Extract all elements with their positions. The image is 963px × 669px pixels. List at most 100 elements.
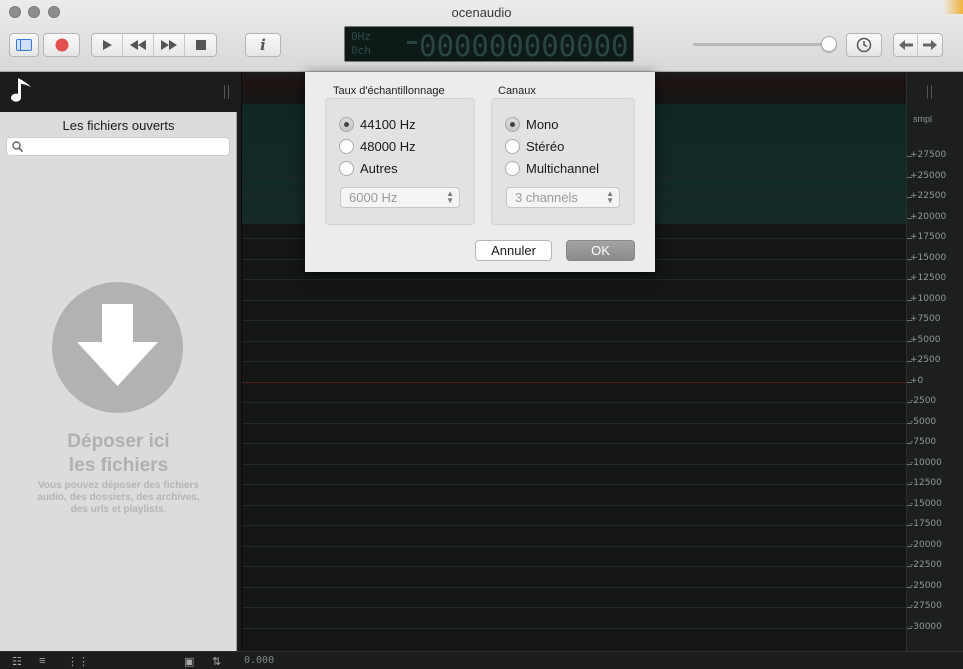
ruler-label: +15000 — [910, 252, 947, 263]
ruler-resize-handle[interactable] — [927, 85, 932, 99]
radio-48000[interactable] — [339, 139, 354, 154]
toggle-sidebar-button[interactable] — [9, 33, 39, 57]
window-title: ocenaudio — [451, 5, 512, 20]
ruler-label: -7500 — [910, 437, 937, 447]
grid-line — [242, 463, 907, 465]
radio-mono[interactable] — [505, 117, 520, 132]
ruler-label: -12500 — [910, 478, 942, 488]
drop-title-line1: Déposer ici — [67, 431, 170, 452]
custom-sample-rate-select[interactable]: 6000 Hz ▲ ▼ — [340, 187, 460, 208]
channels-option-multichannel[interactable]: Multichannel — [505, 161, 599, 176]
ruler-label: -15000 — [910, 498, 942, 509]
label-stereo: Stéréo — [526, 139, 565, 154]
channels-option-mono[interactable]: Mono — [505, 117, 559, 132]
radio-44100[interactable] — [339, 117, 354, 132]
grid-line — [242, 525, 907, 526]
sample-rate-option-other[interactable]: Autres — [339, 161, 398, 176]
sidebar-header — [0, 72, 237, 112]
arrow-right-icon — [923, 40, 937, 50]
grid-line — [242, 361, 907, 362]
ruler-label: +25000 — [910, 170, 947, 181]
ruler-label: +20000 — [910, 211, 947, 222]
grid-line — [242, 607, 907, 608]
lcd-channels: 0ch — [351, 44, 371, 57]
radio-stereo[interactable] — [505, 139, 520, 154]
forward-button[interactable] — [918, 34, 942, 56]
select-arrows-icon: ▲ ▼ — [606, 189, 614, 205]
grid-line — [242, 443, 907, 444]
lcd-digits: 000000000000 — [419, 29, 629, 63]
grid-line — [242, 422, 907, 424]
channels-option-stereo[interactable]: Stéréo — [505, 139, 564, 154]
back-button[interactable] — [894, 34, 918, 56]
desktop-edge — [943, 0, 963, 14]
list-view-icon[interactable]: ☷ — [12, 655, 22, 668]
sample-rate-option-48000[interactable]: 48000 Hz — [339, 139, 416, 154]
ruler-label: +10000 — [910, 293, 947, 304]
ruler-label: +0 — [910, 375, 924, 386]
record-button[interactable] — [43, 33, 80, 57]
grid-line — [242, 484, 907, 485]
ruler-label: +17500 — [910, 232, 947, 242]
compact-list-icon[interactable]: ≡ — [39, 655, 45, 667]
ruler-label: -5000 — [910, 416, 937, 427]
grid-line — [242, 566, 907, 567]
volume-slider-track[interactable] — [693, 43, 829, 46]
grid-line — [242, 586, 907, 588]
image-view-icon[interactable]: ▣ — [184, 655, 194, 668]
info-button[interactable]: i — [245, 33, 281, 57]
grid-line — [242, 627, 907, 629]
stop-button[interactable] — [185, 34, 216, 56]
lcd-sample-rate: 0Hz — [351, 30, 371, 43]
open-files-title: Les fichiers ouverts — [62, 118, 175, 133]
radio-multichannel[interactable] — [505, 161, 520, 176]
amplitude-ruler: smpl +27500 +25000 +22500 +20000 +17500 +1500… — [906, 72, 963, 651]
grid-view-icon[interactable]: ⋮⋮ — [67, 655, 89, 668]
ok-button[interactable]: OK — [566, 240, 635, 261]
label-multichannel: Multichannel — [526, 161, 599, 176]
radio-other[interactable] — [339, 161, 354, 176]
history-button[interactable] — [846, 33, 882, 57]
custom-channels-select[interactable]: 3 channels ▲ ▼ — [506, 187, 620, 208]
grid-line — [242, 279, 907, 280]
drop-subtitle: Vous pouvez déposer des fichiers audio, … — [37, 480, 200, 515]
sidebar-resize-handle[interactable] — [224, 85, 229, 99]
ruler-label: +2500 — [910, 355, 941, 365]
cancel-button[interactable]: Annuler — [475, 240, 552, 261]
sidebar-icon — [16, 39, 32, 51]
fast-forward-button[interactable] — [154, 34, 185, 56]
play-button[interactable] — [92, 34, 123, 56]
grid-line — [242, 340, 907, 342]
select-arrows-icon: ▲ ▼ — [446, 189, 454, 205]
volume-slider-knob[interactable] — [821, 36, 837, 52]
fast-forward-icon — [161, 40, 177, 50]
ruler-label: +12500 — [910, 273, 947, 283]
channels-title: Canaux — [498, 85, 536, 97]
new-file-dialog: Taux d'échantillonnage 44100 Hz 48000 Hz… — [305, 72, 655, 272]
cursor-time: 0.000 — [244, 655, 275, 666]
rewind-button[interactable] — [123, 34, 154, 56]
music-note-icon — [11, 78, 31, 102]
ruler-label: -17500 — [910, 519, 942, 529]
custom-sample-rate-value: 6000 Hz — [349, 190, 398, 205]
grid-line — [242, 402, 907, 403]
drop-target-icon[interactable] — [52, 282, 183, 413]
grid-line — [242, 545, 907, 547]
stop-icon — [195, 40, 206, 50]
sort-icon[interactable]: ⇅ — [212, 655, 221, 668]
ruler-label: -25000 — [910, 580, 942, 591]
sample-rate-option-44100[interactable]: 44100 Hz — [339, 117, 416, 132]
label-mono: Mono — [526, 117, 559, 132]
clock-icon — [856, 37, 872, 53]
ruler-label: +22500 — [910, 191, 947, 201]
window-titlebar: ocenaudio i 0Hz 0ch 000000000000 — [0, 0, 963, 72]
download-arrow-icon — [77, 304, 158, 386]
ruler-label: +27500 — [910, 150, 947, 160]
label-44100: 44100 Hz — [360, 117, 416, 132]
ruler-label: +7500 — [910, 314, 941, 324]
file-search-input[interactable] — [6, 137, 230, 156]
sample-rate-title: Taux d'échantillonnage — [333, 85, 445, 97]
open-files-panel: Les fichiers ouverts Déposer ici les fic… — [0, 112, 237, 651]
search-icon — [12, 141, 23, 152]
play-icon — [103, 40, 112, 50]
